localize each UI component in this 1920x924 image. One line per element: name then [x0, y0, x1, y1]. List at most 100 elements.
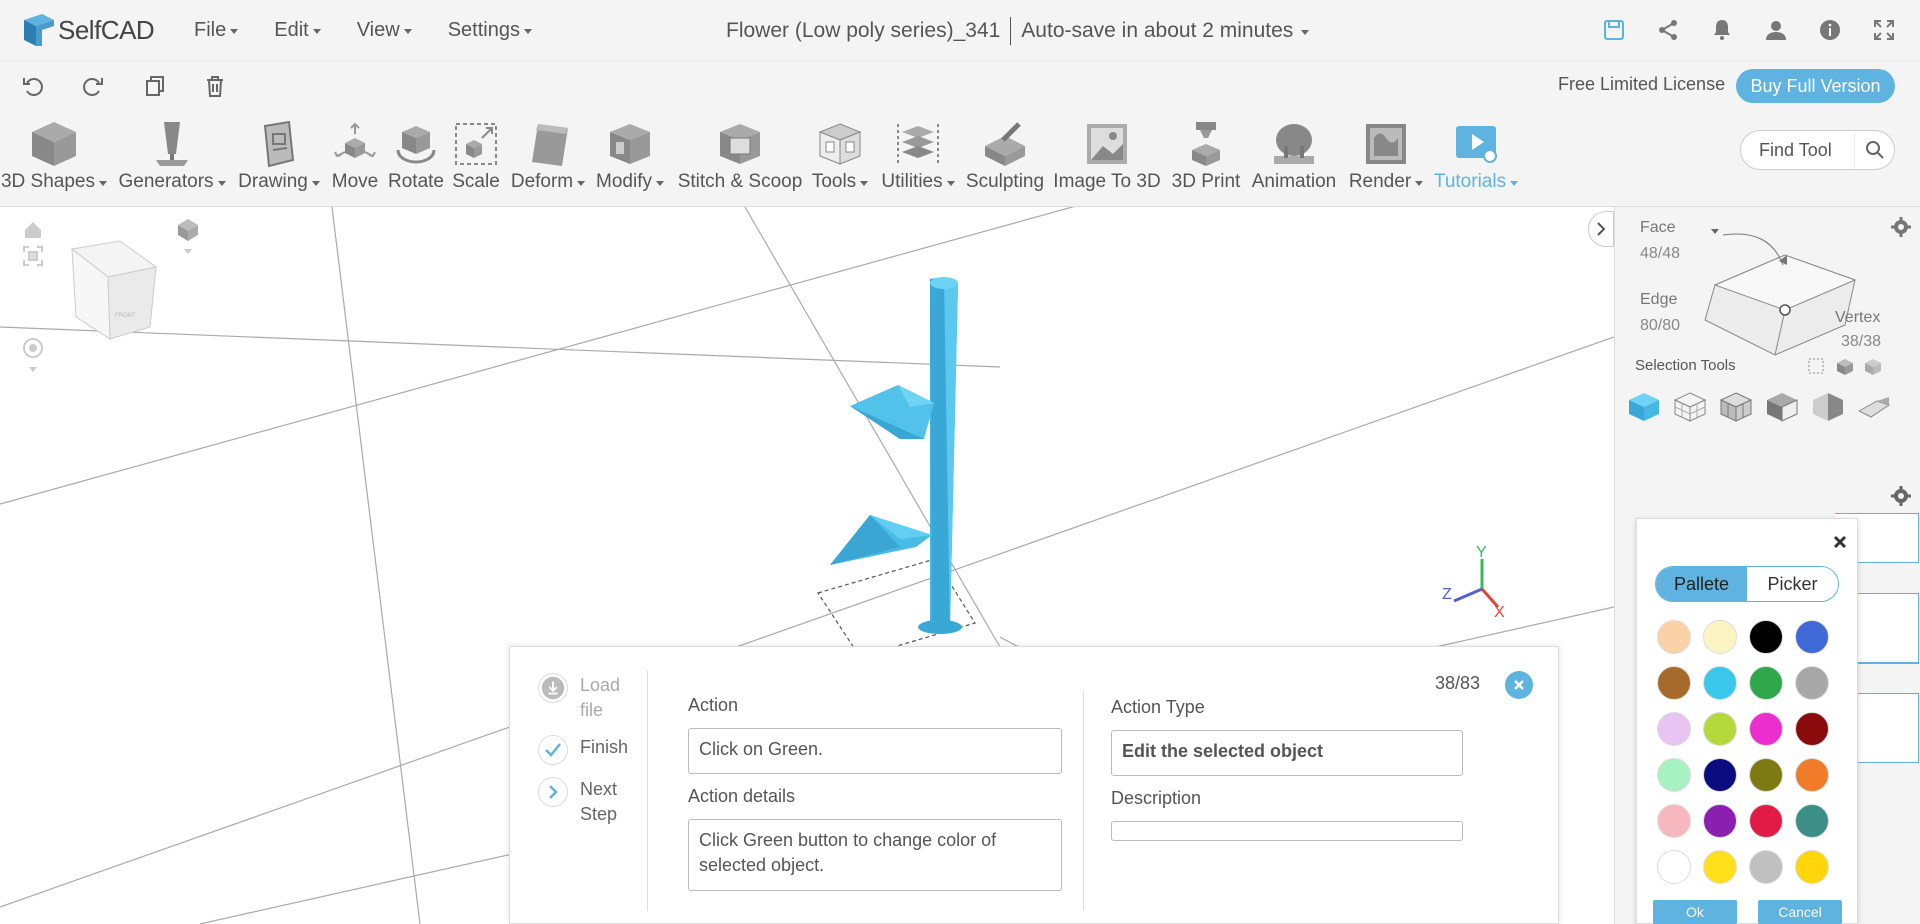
- share-icon[interactable]: [1652, 14, 1684, 46]
- trash-icon[interactable]: [200, 71, 230, 101]
- flower-stem-model[interactable]: [830, 277, 962, 634]
- tool-3d-print[interactable]: 3D Print: [1166, 117, 1246, 205]
- selection-tool-row: [1627, 391, 1891, 423]
- color-swatch[interactable]: [1795, 758, 1829, 792]
- vertex-mode-label[interactable]: Vertex: [1835, 309, 1880, 327]
- face-mode-label[interactable]: Face: [1640, 219, 1676, 237]
- menu-file[interactable]: File: [194, 19, 239, 42]
- color-swatch[interactable]: [1749, 712, 1783, 746]
- license-label: Free Limited License: [1558, 74, 1726, 94]
- select-object-icon[interactable]: [1627, 391, 1661, 423]
- redo-icon[interactable]: [78, 71, 108, 101]
- gear-icon[interactable]: [1891, 217, 1911, 242]
- color-swatch[interactable]: [1657, 712, 1691, 746]
- color-swatch[interactable]: [1795, 712, 1829, 746]
- top-right-icons: [1576, 14, 1900, 46]
- autosave-status[interactable]: Auto-save in about 2 minutes: [1021, 19, 1293, 43]
- action-field: Click on Green.: [688, 728, 1062, 774]
- orbit-icon[interactable]: [22, 337, 44, 378]
- color-swatch[interactable]: [1657, 758, 1691, 792]
- gear-icon[interactable]: [1891, 486, 1911, 511]
- fit-view-icon[interactable]: [22, 245, 44, 272]
- rect-select-icon[interactable]: [1807, 357, 1827, 377]
- tool-stitch-scoop[interactable]: Stitch & Scoop: [676, 117, 804, 205]
- menu-edit[interactable]: Edit: [274, 19, 321, 42]
- menu-view[interactable]: View: [357, 19, 412, 42]
- tool-generators[interactable]: Generators: [116, 117, 228, 205]
- color-swatch[interactable]: [1749, 620, 1783, 654]
- select-mesh-icon[interactable]: [1719, 391, 1753, 423]
- tool-move[interactable]: Move: [326, 117, 384, 205]
- tab-palette[interactable]: Pallete: [1656, 567, 1747, 601]
- search-icon[interactable]: [1854, 131, 1894, 169]
- document-title[interactable]: Flower (Low poly series)_341: [726, 19, 1000, 43]
- color-swatch[interactable]: [1703, 850, 1737, 884]
- step-next[interactable]: Next Step: [538, 777, 640, 827]
- color-swatch[interactable]: [1795, 850, 1829, 884]
- menu-settings[interactable]: Settings: [448, 19, 532, 42]
- selfcad-logo[interactable]: SelfCAD: [20, 0, 170, 60]
- select-grid-icon[interactable]: [1673, 391, 1707, 423]
- color-swatch[interactable]: [1749, 666, 1783, 700]
- caret-down-icon: [217, 180, 226, 186]
- caret-down-icon: [655, 180, 664, 186]
- copy-icon[interactable]: [140, 71, 170, 101]
- tool-rotate[interactable]: Rotate: [384, 117, 448, 205]
- tool-drawing[interactable]: Drawing: [234, 117, 324, 205]
- color-swatch[interactable]: [1749, 804, 1783, 838]
- undo-icon[interactable]: [18, 71, 48, 101]
- caret-down-icon[interactable]: [1301, 29, 1310, 35]
- color-swatch[interactable]: [1657, 620, 1691, 654]
- tool-utilities[interactable]: Utilities: [876, 117, 960, 205]
- color-swatch[interactable]: [1657, 804, 1691, 838]
- fullscreen-icon[interactable]: [1868, 14, 1900, 46]
- tab-picker[interactable]: Picker: [1747, 567, 1838, 601]
- axis-gizmo: Y Z X: [1442, 544, 1505, 621]
- tool-tutorials[interactable]: Tutorials: [1430, 117, 1522, 205]
- find-tool-search[interactable]: Find Tool: [1740, 130, 1895, 170]
- projection-icon[interactable]: [176, 217, 200, 262]
- cancel-button[interactable]: Cancel: [1758, 900, 1842, 924]
- bell-icon[interactable]: [1706, 14, 1738, 46]
- tool-3d-shapes[interactable]: 3D Shapes: [0, 117, 108, 205]
- home-icon[interactable]: [22, 219, 44, 246]
- view-navigation-cube[interactable]: FRONT: [70, 240, 158, 340]
- close-tutorial-button[interactable]: [1505, 671, 1533, 699]
- tool-label: Utilities: [881, 171, 943, 192]
- user-icon[interactable]: [1760, 14, 1792, 46]
- tutorials-icon: [1430, 117, 1522, 171]
- color-swatch[interactable]: [1703, 712, 1737, 746]
- tool-animation[interactable]: Animation: [1248, 117, 1340, 205]
- color-swatch[interactable]: [1749, 758, 1783, 792]
- tool-modify[interactable]: Modify: [592, 117, 668, 205]
- color-swatch[interactable]: [1795, 666, 1829, 700]
- step-finish[interactable]: Finish: [538, 735, 640, 765]
- save-icon[interactable]: [1598, 14, 1630, 46]
- info-icon[interactable]: [1814, 14, 1846, 46]
- tool-scale[interactable]: Scale: [448, 117, 504, 205]
- color-swatch[interactable]: [1703, 804, 1737, 838]
- cube-select-icon[interactable]: [1835, 357, 1855, 377]
- edge-mode-label[interactable]: Edge: [1640, 291, 1677, 309]
- color-swatch[interactable]: [1703, 620, 1737, 654]
- color-swatch[interactable]: [1657, 666, 1691, 700]
- color-swatch[interactable]: [1795, 804, 1829, 838]
- color-swatch[interactable]: [1749, 850, 1783, 884]
- tool-image-to-3d[interactable]: Image To 3D: [1050, 117, 1164, 205]
- buy-full-version-button[interactable]: Buy Full Version: [1736, 69, 1895, 103]
- color-swatch[interactable]: [1657, 850, 1691, 884]
- box-select-icon[interactable]: [1863, 357, 1883, 377]
- select-faces-icon[interactable]: [1765, 391, 1799, 423]
- dialog-divider: [1083, 691, 1084, 911]
- close-icon[interactable]: [1833, 535, 1847, 554]
- color-swatch[interactable]: [1795, 620, 1829, 654]
- tool-render[interactable]: Render: [1344, 117, 1428, 205]
- ok-button[interactable]: Ok: [1653, 900, 1737, 924]
- color-swatch[interactable]: [1703, 666, 1737, 700]
- color-swatch[interactable]: [1703, 758, 1737, 792]
- select-plane-icon[interactable]: [1857, 391, 1891, 423]
- select-half-icon[interactable]: [1811, 391, 1845, 423]
- tool-deform[interactable]: Deform: [508, 117, 588, 205]
- tool-sculpting[interactable]: Sculpting: [962, 117, 1048, 205]
- tool-tools[interactable]: Tools: [808, 117, 872, 205]
